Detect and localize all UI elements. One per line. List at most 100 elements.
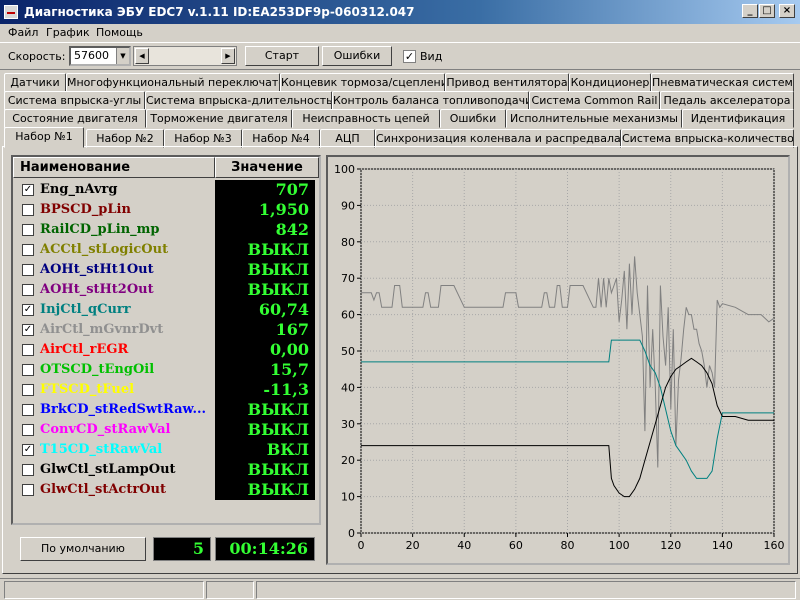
- maximize-button[interactable]: □: [759, 4, 775, 18]
- status-cell-2: [206, 581, 254, 599]
- table-row[interactable]: AOHt_stHt1Out ВЫКЛ: [13, 260, 319, 280]
- row-checkbox[interactable]: [22, 264, 34, 276]
- y-tick-label: 90: [341, 199, 355, 212]
- tab-multifunction-switch[interactable]: Многофункциональный переключатель: [66, 73, 280, 92]
- x-tick-label: 0: [358, 539, 365, 552]
- sample-counter: 5: [153, 537, 211, 561]
- row-checkbox[interactable]: [22, 204, 34, 216]
- row-checkbox[interactable]: [22, 244, 34, 256]
- row-checkbox[interactable]: [22, 224, 34, 236]
- row-checkbox[interactable]: ✓: [22, 304, 34, 316]
- row-checkbox[interactable]: ✓: [22, 444, 34, 456]
- speed-select[interactable]: 57600 ▼: [69, 46, 131, 66]
- table-row[interactable]: RailCD_pLin_mp 842: [13, 220, 319, 240]
- row-checkbox[interactable]: [22, 424, 34, 436]
- table-row[interactable]: ✓ AirCtl_mGvnrDvt 167: [13, 320, 319, 340]
- table-row[interactable]: AOHt_stHt2Out ВЫКЛ: [13, 280, 319, 300]
- speed-value: 57600: [74, 49, 109, 62]
- y-tick-label: 10: [341, 491, 355, 504]
- parameter-value: ВЫКЛ: [215, 420, 315, 440]
- y-tick-label: 50: [341, 345, 355, 358]
- table-row[interactable]: ✓ Eng_nAvrg 707: [13, 180, 319, 200]
- table-row[interactable]: OTSCD_tEngOil 15,7: [13, 360, 319, 380]
- table-row[interactable]: BrkCD_stRedSwtRaw... ВЫКЛ: [13, 400, 319, 420]
- table-row[interactable]: GlwCtl_stActrOut ВЫКЛ: [13, 480, 319, 500]
- parameter-name: InjCtl_qCurr: [40, 302, 131, 317]
- scroll-left-icon[interactable]: ◀: [135, 48, 149, 64]
- minimize-button[interactable]: _: [742, 4, 758, 18]
- row-checkbox[interactable]: [22, 384, 34, 396]
- tab-brake-clutch-switch[interactable]: Концевик тормоза/сцепления: [280, 73, 445, 92]
- title-bar: Диагностика ЭБУ EDC7 v.1.11 ID:EA253DF9p…: [0, 0, 800, 24]
- column-header-name[interactable]: Наименование: [13, 157, 215, 178]
- x-tick-label: 100: [609, 539, 630, 552]
- table-row[interactable]: ConvCD_stRawVal ВЫКЛ: [13, 420, 319, 440]
- parameter-name: AirCtl_rEGR: [40, 342, 129, 357]
- tab-pneumatic-system[interactable]: Пневматическая система: [651, 73, 794, 92]
- tab-fuel-balance-control[interactable]: Контроль баланса топливоподачи: [332, 91, 529, 110]
- row-checkbox[interactable]: ✓: [22, 324, 34, 336]
- y-tick-label: 80: [341, 236, 355, 249]
- view-label: Вид: [420, 50, 443, 63]
- parameter-name: AOHt_stHt2Out: [40, 282, 154, 297]
- row-checkbox[interactable]: [22, 484, 34, 496]
- parameter-name: FTSCD_tFuel: [40, 382, 135, 397]
- tab-actuators[interactable]: Исполнительные механизмы: [506, 109, 682, 128]
- default-button[interactable]: По умолчанию: [20, 537, 146, 561]
- tab-set-1[interactable]: Набор №1: [4, 127, 84, 148]
- row-checkbox[interactable]: [22, 284, 34, 296]
- row-checkbox[interactable]: [22, 364, 34, 376]
- row-checkbox[interactable]: [22, 404, 34, 416]
- tab-identification[interactable]: Идентификация: [682, 109, 794, 128]
- x-tick-label: 80: [561, 539, 575, 552]
- parameter-name: T15CD_stRawVal: [40, 442, 163, 457]
- tab-errors[interactable]: Ошибки: [440, 109, 506, 128]
- parameter-name: OTSCD_tEngOil: [40, 362, 155, 377]
- menu-bar: Файл График Помощь: [0, 24, 800, 42]
- tab-fan-drive[interactable]: Привод вентилятора: [445, 73, 569, 92]
- tab-circuit-faults[interactable]: Неисправность цепей: [292, 109, 440, 128]
- horizontal-scrollbar[interactable]: ◀ ▶: [133, 46, 237, 66]
- tab-engine-state[interactable]: Состояние двигателя: [4, 109, 146, 128]
- tab-accelerator-pedal[interactable]: Педаль акселератора: [660, 91, 794, 110]
- column-header-value[interactable]: Значение: [215, 157, 319, 178]
- tab-injection-duration[interactable]: Система впрыска-длительность: [145, 91, 332, 110]
- row-checkbox[interactable]: ✓: [22, 184, 34, 196]
- status-cell-3: [256, 581, 796, 599]
- tab-engine-braking[interactable]: Торможение двигателя: [146, 109, 292, 128]
- y-tick-label: 100: [334, 163, 355, 176]
- table-row[interactable]: AirCtl_rEGR 0,00: [13, 340, 319, 360]
- row-checkbox[interactable]: [22, 344, 34, 356]
- y-tick-label: 70: [341, 272, 355, 285]
- elapsed-time: 00:14:26: [215, 537, 315, 561]
- table-row[interactable]: ACCtl_stLogicOut ВЫКЛ: [13, 240, 319, 260]
- view-checkbox[interactable]: ✓: [403, 50, 416, 63]
- row-checkbox[interactable]: [22, 464, 34, 476]
- menu-help[interactable]: Помощь: [96, 26, 143, 39]
- table-row[interactable]: ✓ InjCtl_qCurr 60,74: [13, 300, 319, 320]
- table-row[interactable]: FTSCD_tFuel -11,3: [13, 380, 319, 400]
- menu-file[interactable]: Файл: [8, 26, 38, 39]
- parameter-value: ВЫКЛ: [215, 400, 315, 420]
- table-row[interactable]: GlwCtl_stLampOut ВЫКЛ: [13, 460, 319, 480]
- close-button[interactable]: ×: [779, 4, 795, 18]
- parameter-name: BPSCD_pLin: [40, 202, 131, 217]
- start-button[interactable]: Старт: [245, 46, 319, 66]
- tab-sensors[interactable]: Датчики: [4, 73, 66, 92]
- line-chart: 0 20 40 60 80 100 120 140 160 0 10 20 30 40 50 60 70 80 90…: [334, 163, 785, 552]
- parameter-value: 167: [215, 320, 315, 340]
- table-row[interactable]: BPSCD_pLin 1,950: [13, 200, 319, 220]
- scroll-right-icon[interactable]: ▶: [221, 48, 235, 64]
- chevron-down-icon[interactable]: ▼: [116, 48, 129, 64]
- table-row[interactable]: ✓ T15CD_stRawVal ВКЛ: [13, 440, 319, 460]
- parameter-value: -11,3: [215, 380, 315, 400]
- window-title: Диагностика ЭБУ EDC7 v.1.11 ID:EA253DF9p…: [24, 5, 415, 19]
- tab-injection-angles[interactable]: Система впрыска-углы: [4, 91, 145, 110]
- menu-chart[interactable]: График: [46, 26, 90, 39]
- tab-air-conditioner[interactable]: Кондиционер: [569, 73, 651, 92]
- tab-common-rail[interactable]: Система Common Rail: [529, 91, 660, 110]
- errors-button[interactable]: Ошибки: [322, 46, 392, 66]
- y-tick-label: 20: [341, 454, 355, 467]
- y-tick-label: 40: [341, 381, 355, 394]
- parameter-value: 1,950: [215, 200, 315, 220]
